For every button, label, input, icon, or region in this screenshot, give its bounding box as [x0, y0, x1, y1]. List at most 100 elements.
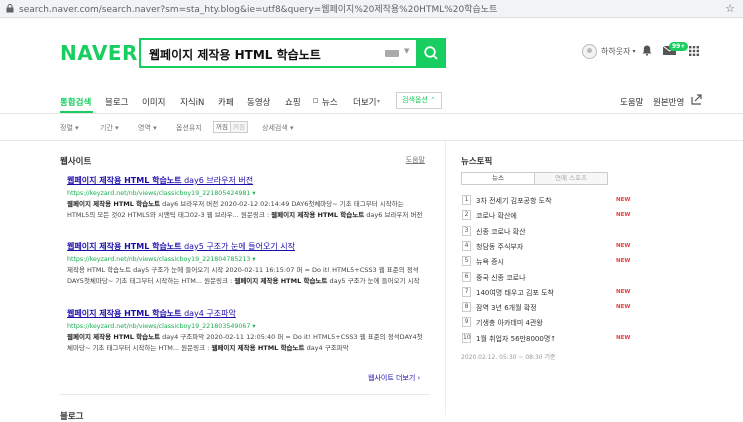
search-button[interactable] — [416, 38, 446, 68]
result-description: 웹페이지 제작용 HTML 학습노트 day6 브라우저 버전 2020-02-… — [67, 199, 427, 221]
tab-video[interactable]: 동영상 — [247, 96, 270, 108]
header: NAVER 웹페이지 제작용 HTML 학습노트 ▼ 하하웃자 ▾ 99+ — [0, 18, 743, 88]
desc-bold: 웹페이지 제작용 HTML 학습노트 — [211, 344, 305, 352]
filter-sort-label: 정렬 — [60, 124, 73, 132]
search-icon — [424, 46, 438, 60]
result-title[interactable]: 웹페이지 제작용 HTML 학습노트 day5 구조가 눈에 들어오기 시작 — [67, 241, 427, 252]
rank-number: 5 — [462, 256, 471, 267]
result-title-rest: day6 브라우저 버전 — [181, 176, 254, 185]
bell-icon[interactable] — [642, 45, 652, 56]
search-box[interactable]: 웹페이지 제작용 HTML 학습노트 ▼ — [139, 38, 446, 68]
result-url-text: https://keyzard.net/nb/views/classicboy1… — [67, 323, 251, 330]
new-badge: NEW — [616, 197, 631, 203]
address-bar[interactable]: search.naver.com/search.naver?sm=sta_hty… — [0, 0, 743, 18]
desc-tail: day4 구조파악 — [304, 344, 349, 352]
desc-bold: 웹페이지 제작용 HTML 학습노트 — [271, 211, 365, 219]
rank-text[interactable]: 신종 코로나 확산 — [476, 227, 526, 237]
rank-text[interactable]: 기생충 아카데미 4관왕 — [476, 318, 543, 328]
rank-text[interactable]: 청담동 주식부자 — [476, 242, 523, 252]
desc-tail: day5 구조가 눈에 들어오기 시작 — [327, 277, 420, 285]
news-timestamp: 2020.02.12. 05:30 ~ 08:30 기준 — [461, 354, 556, 361]
website-more-link[interactable]: 웹사이트 더보기 › — [368, 373, 420, 383]
share-icon[interactable] — [691, 94, 703, 105]
keyboard-icon[interactable] — [385, 50, 399, 57]
result-url[interactable]: https://keyzard.net/nb/views/classicboy1… — [67, 190, 427, 197]
news-rank-item[interactable]: 9 기생충 아카데미 4관왕 — [461, 316, 631, 330]
column-divider — [445, 141, 446, 415]
chevron-down-icon: ▾ — [115, 124, 119, 132]
new-badge: NEW — [616, 334, 631, 341]
news-rank-item[interactable]: 4 청담동 주식부자 NEW — [461, 240, 631, 254]
result-title-bold: 웹페이지 제작용 HTML 학습노트 — [67, 176, 182, 185]
user-name: 하하웃자 — [601, 47, 631, 56]
filter-area[interactable]: 영역 ▾ — [138, 123, 157, 133]
url-text[interactable]: search.naver.com/search.naver?sm=sta_hty… — [19, 2, 497, 15]
tab-entertainment-sports[interactable]: 연예 스포츠 — [535, 172, 608, 185]
help-link[interactable]: 도움말 — [620, 96, 643, 108]
news-rank-item[interactable]: 7 140여명 태우고 김포 도착 NEW — [461, 286, 631, 300]
website-more-label: 웹사이트 더보기 — [368, 374, 416, 382]
tab-blog[interactable]: 블로그 — [105, 96, 128, 108]
tab-news-topic[interactable]: 뉴스 — [461, 172, 535, 185]
filter-detail-search[interactable]: 상세검색 ▾ — [262, 123, 294, 133]
rank-text[interactable]: 코로나 확산에 — [476, 211, 517, 221]
tab-image[interactable]: 이미지 — [142, 96, 165, 108]
news-rank-item[interactable]: 1 3차 전세기 김포공항 도착 NEW — [461, 194, 631, 208]
new-badge: NEW — [616, 212, 631, 219]
website-help-link[interactable]: 도움말 — [406, 155, 425, 165]
news-rank-item[interactable]: 8 잠역 3년 6개월 확정 NEW — [461, 301, 631, 315]
rank-text[interactable]: 140여명 태우고 김포 도착 — [476, 288, 554, 298]
apps-grid-icon[interactable] — [689, 46, 699, 56]
news-rank-item[interactable]: 3 신종 코로나 확산 — [461, 225, 631, 239]
naver-logo[interactable]: NAVER — [60, 41, 138, 65]
filter-period[interactable]: 기간 ▾ — [100, 123, 119, 133]
rank-text[interactable]: 잠역 3년 6개월 확정 — [476, 303, 537, 313]
desc-tail: day6 브라우저 버전 — [364, 211, 423, 219]
tab-more[interactable]: 더보기 — [353, 96, 376, 108]
new-badge: NEW — [616, 242, 631, 249]
tab-kin[interactable]: 지식iN — [180, 96, 204, 108]
filter-sort[interactable]: 정렬 ▾ — [60, 123, 79, 133]
rank-number: 3 — [462, 225, 471, 236]
new-badge: NEW — [616, 258, 631, 265]
toggle-on-option[interactable]: 켜짐 — [230, 121, 248, 133]
toggle-off-option[interactable]: 꺼짐 — [213, 121, 231, 133]
tab-cafe[interactable]: 카페 — [218, 96, 234, 108]
filter-bar: 정렬 ▾ 기간 ▾ 영역 ▾ 옵션유지 꺼짐 켜짐 상세검색 ▾ — [0, 115, 743, 141]
news-rank-item[interactable]: 5 뉴욕 증시 NEW — [461, 255, 631, 269]
result-url[interactable]: https://keyzard.net/nb/views/classicboy1… — [67, 323, 427, 330]
news-rank-item[interactable]: 6 중국 신종 코로나 — [461, 271, 631, 285]
tab-news[interactable]: 뉴스 — [322, 96, 338, 108]
bookmark-star-icon[interactable]: ☆ — [725, 2, 735, 15]
news-rank-item[interactable]: 2 코로나 확산에 NEW — [461, 209, 631, 223]
autocomplete-toggle-icon[interactable]: ▼ — [404, 47, 409, 55]
search-options-button[interactable]: 검색옵션 ⌃ — [396, 92, 442, 109]
rank-number: 2 — [462, 210, 471, 221]
chevron-down-icon: ▾ — [75, 124, 79, 132]
rank-text[interactable]: 3차 전세기 김포공항 도착 — [476, 196, 552, 206]
section-divider — [60, 394, 430, 395]
result-title-rest: day5 구조가 눈에 들어오기 시작 — [181, 242, 296, 251]
result-title[interactable]: 웹페이지 제작용 HTML 학습노트 day4 구조파악 — [67, 308, 427, 319]
news-rank-item[interactable]: 10 1월 취업자 56만8000명↑ NEW — [461, 332, 631, 346]
result-title[interactable]: 웹페이지 제작용 HTML 학습노트 day6 브라우저 버전 — [67, 175, 427, 186]
rank-number: 4 — [462, 240, 471, 251]
external-link-icon — [313, 98, 318, 103]
section-heading: 웹사이트 도움말 — [60, 155, 430, 167]
chevron-down-icon[interactable]: ▾ — [252, 190, 255, 197]
rank-text[interactable]: 1월 취업자 56만8000명↑ — [476, 334, 556, 344]
original-exposure-link[interactable]: 원본반영 — [653, 96, 684, 108]
tab-shopping[interactable]: 쇼핑 — [285, 96, 301, 108]
result-url[interactable]: https://keyzard.net/nb/views/classicboy1… — [67, 256, 427, 263]
rank-text[interactable]: 중국 신종 코로나 — [476, 273, 526, 283]
rank-number: 1 — [462, 195, 471, 205]
chevron-down-icon[interactable]: ▾ — [252, 323, 255, 330]
user-menu[interactable]: 하하웃자 ▾ — [582, 44, 635, 59]
search-input[interactable]: 웹페이지 제작용 HTML 학습노트 — [149, 46, 321, 63]
chevron-down-icon[interactable]: ▾ — [252, 256, 255, 263]
rank-text[interactable]: 뉴욕 증시 — [476, 257, 504, 267]
new-badge: NEW — [616, 288, 631, 295]
filter-period-label: 기간 — [100, 124, 113, 132]
keep-options-toggle[interactable]: 꺼짐 켜짐 — [213, 121, 248, 133]
tab-integrated[interactable]: 통합검색 — [60, 96, 91, 108]
